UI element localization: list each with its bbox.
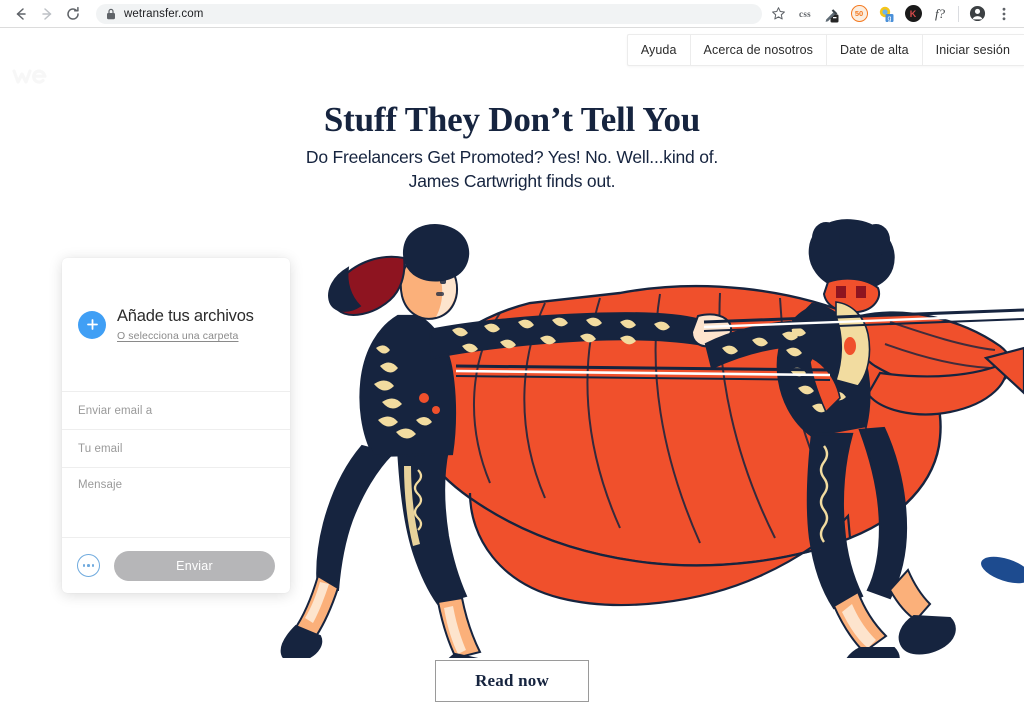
nav-item-ayuda[interactable]: Ayuda [628, 35, 691, 65]
hero-text-block: Stuff They Don’t Tell You Do Freelancers… [0, 100, 1024, 193]
add-files-text: Añade tus archivos O selecciona una carp… [117, 307, 254, 342]
url-text: wetransfer.com [124, 7, 204, 20]
back-arrow-icon[interactable] [8, 1, 34, 27]
css-extension-icon[interactable]: css [795, 4, 815, 24]
dot [87, 564, 90, 567]
reload-icon[interactable] [60, 1, 86, 27]
kebab-menu-icon[interactable] [994, 4, 1014, 24]
forward-arrow-icon[interactable] [34, 1, 60, 27]
send-button[interactable]: Enviar [114, 550, 275, 581]
fonts-extension-icon[interactable]: f? [930, 4, 950, 24]
recipient-email-input[interactable]: Enviar email a [62, 392, 290, 430]
transfer-form-fields: Enviar email a Tu email Mensaje [62, 392, 290, 537]
wetransfer-logo[interactable] [12, 66, 52, 88]
dot [82, 564, 86, 567]
plus-icon[interactable] [78, 310, 106, 339]
hero-subhead-line1: Do Freelancers Get Promoted? Yes! No. We… [305, 147, 719, 168]
browser-actions: css 50 g K f? [768, 4, 1016, 24]
upload-card: Añade tus archivos O selecciona una carp… [62, 258, 290, 593]
upload-card-footer: Enviar [62, 537, 290, 593]
add-files-dropzone[interactable]: Añade tus archivos O selecciona una carp… [62, 258, 290, 392]
sender-email-input[interactable]: Tu email [62, 430, 290, 468]
nav-item-iniciar-sesion[interactable]: Iniciar sesión [923, 35, 1024, 65]
lock-icon [106, 8, 116, 20]
kaspersky-extension-icon[interactable]: K [903, 4, 923, 24]
select-folder-link[interactable]: O selecciona una carpeta [117, 330, 254, 342]
eyedropper-extension-icon[interactable] [822, 4, 842, 24]
add-files-title: Añade tus archivos [117, 307, 254, 326]
hero-headline: Stuff They Don’t Tell You [323, 100, 701, 139]
message-input[interactable]: Mensaje [62, 468, 290, 530]
seo-extension-icon[interactable]: 50 [849, 4, 869, 24]
read-now-button[interactable]: Read now [435, 660, 589, 702]
toolbar-divider [958, 5, 959, 22]
address-bar[interactable]: wetransfer.com [96, 3, 762, 24]
dot [91, 564, 95, 567]
nav-item-acerca-de-nosotros[interactable]: Acerca de nosotros [691, 35, 828, 65]
site-top-nav: Ayuda Acerca de nosotros Date de alta In… [626, 34, 1024, 66]
more-options-icon[interactable] [77, 554, 100, 577]
browser-toolbar: wetransfer.com css 50 g K f? [0, 0, 1024, 28]
hero-subhead-line2: James Cartwright finds out. [408, 170, 616, 191]
nav-item-date-de-alta[interactable]: Date de alta [827, 35, 923, 65]
wetransfer-page: Ayuda Acerca de nosotros Date de alta In… [0, 28, 1024, 715]
read-now-container: Read now [0, 660, 1024, 702]
grammar-extension-icon[interactable]: g [876, 4, 896, 24]
profile-avatar-icon[interactable] [967, 4, 987, 24]
svg-text:g: g [888, 15, 892, 22]
star-icon[interactable] [768, 4, 788, 24]
